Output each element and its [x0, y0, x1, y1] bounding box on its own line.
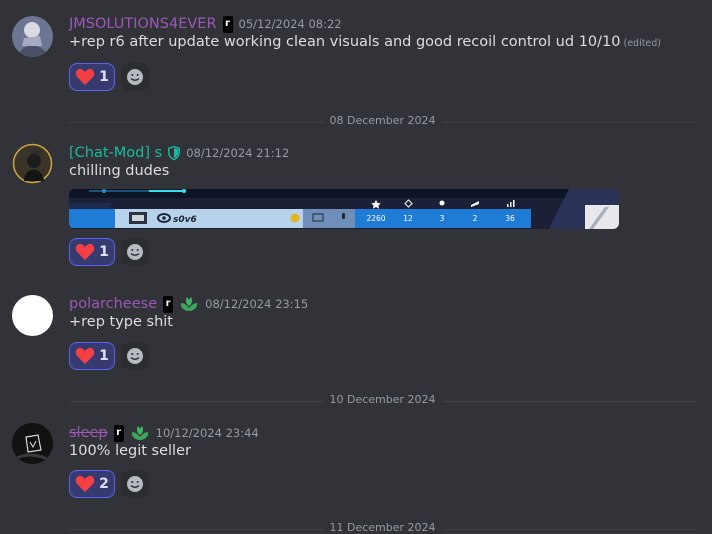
add-reaction-button[interactable]	[121, 470, 149, 498]
timestamp: 05/12/2024 08:22	[238, 17, 342, 31]
edited-label: (edited)	[623, 38, 662, 49]
embed-stat-value: 36	[505, 214, 515, 223]
add-reaction-button[interactable]	[121, 238, 149, 266]
embed-stat-value: 2	[473, 214, 478, 223]
role-badge-icon[interactable]: r	[113, 424, 124, 442]
shield-icon[interactable]	[168, 146, 181, 160]
timestamp: 08/12/2024 23:15	[205, 297, 309, 311]
message-4: sleep r 10/12/2024 23:44 100% legit sell…	[0, 423, 712, 503]
message-1: JMSOLUTIONS4EVER r 05/12/2024 08:22 +rep…	[0, 14, 712, 94]
username[interactable]: [Chat-Mod] s	[69, 145, 162, 161]
date-divider: 08 December 2024	[69, 114, 696, 127]
add-reaction-button[interactable]	[121, 342, 149, 370]
avatar[interactable]	[12, 295, 53, 336]
player-name: s0v6	[173, 215, 197, 225]
username[interactable]: polarcheese	[69, 296, 157, 312]
add-reaction-button[interactable]	[121, 63, 149, 91]
message-text: 100% legit seller	[69, 443, 191, 459]
heart-reaction-button[interactable]: 1	[69, 342, 115, 370]
reaction-count: 1	[99, 69, 109, 85]
leaf-icon[interactable]	[130, 425, 150, 441]
embed-stat-value: 12	[403, 214, 413, 223]
avatar[interactable]	[12, 423, 53, 464]
timestamp: 08/12/2024 21:12	[186, 146, 290, 160]
reaction-count: 1	[99, 244, 109, 260]
avatar[interactable]	[12, 143, 53, 184]
reactions: 1	[69, 63, 149, 91]
reactions: 1	[69, 342, 149, 370]
timestamp: 10/12/2024 23:44	[155, 426, 259, 440]
heart-icon	[75, 347, 95, 364]
role-badge-icon[interactable]: r	[222, 15, 233, 33]
reaction-count: 1	[99, 348, 109, 364]
smiley-icon	[127, 348, 143, 364]
heart-icon	[75, 243, 95, 260]
smiley-icon	[127, 244, 143, 260]
heart-icon	[75, 68, 95, 85]
reactions: 2	[69, 470, 149, 498]
date-divider-label: 10 December 2024	[323, 393, 442, 406]
date-divider: 11 December 2024	[69, 521, 696, 534]
reaction-count: 2	[99, 476, 109, 492]
heart-reaction-button[interactable]: 1	[69, 63, 115, 91]
embed-stat-value: 3	[440, 214, 445, 223]
reactions: 1	[69, 238, 149, 266]
message-3: polarcheese r 08/12/2024 23:15 +rep type…	[0, 294, 712, 374]
date-divider: 10 December 2024	[69, 393, 696, 406]
heart-reaction-button[interactable]: 2	[69, 470, 115, 498]
date-divider-label: 08 December 2024	[323, 114, 442, 127]
message-text: chilling dudes	[69, 163, 170, 179]
leaf-icon[interactable]	[179, 296, 199, 312]
message-text: +rep type shit	[69, 314, 173, 330]
heart-icon	[75, 475, 95, 492]
image-attachment[interactable]: s0v6 2260 12 3 2 36	[69, 189, 619, 229]
role-badge-icon[interactable]: r	[163, 295, 174, 313]
username[interactable]: JMSOLUTIONS4EVER	[69, 16, 217, 32]
message-2: [Chat-Mod] s 08/12/2024 21:12 chilling d…	[0, 143, 712, 273]
smiley-icon	[127, 476, 143, 492]
smiley-icon	[127, 69, 143, 85]
embed-stat-value: 2260	[366, 214, 385, 223]
heart-reaction-button[interactable]: 1	[69, 238, 115, 266]
message-content: +rep r6 after update working clean visua…	[69, 34, 661, 50]
username[interactable]: sleep	[69, 425, 108, 441]
message-text: +rep r6 after update working clean visua…	[69, 34, 621, 50]
avatar[interactable]	[12, 16, 53, 57]
